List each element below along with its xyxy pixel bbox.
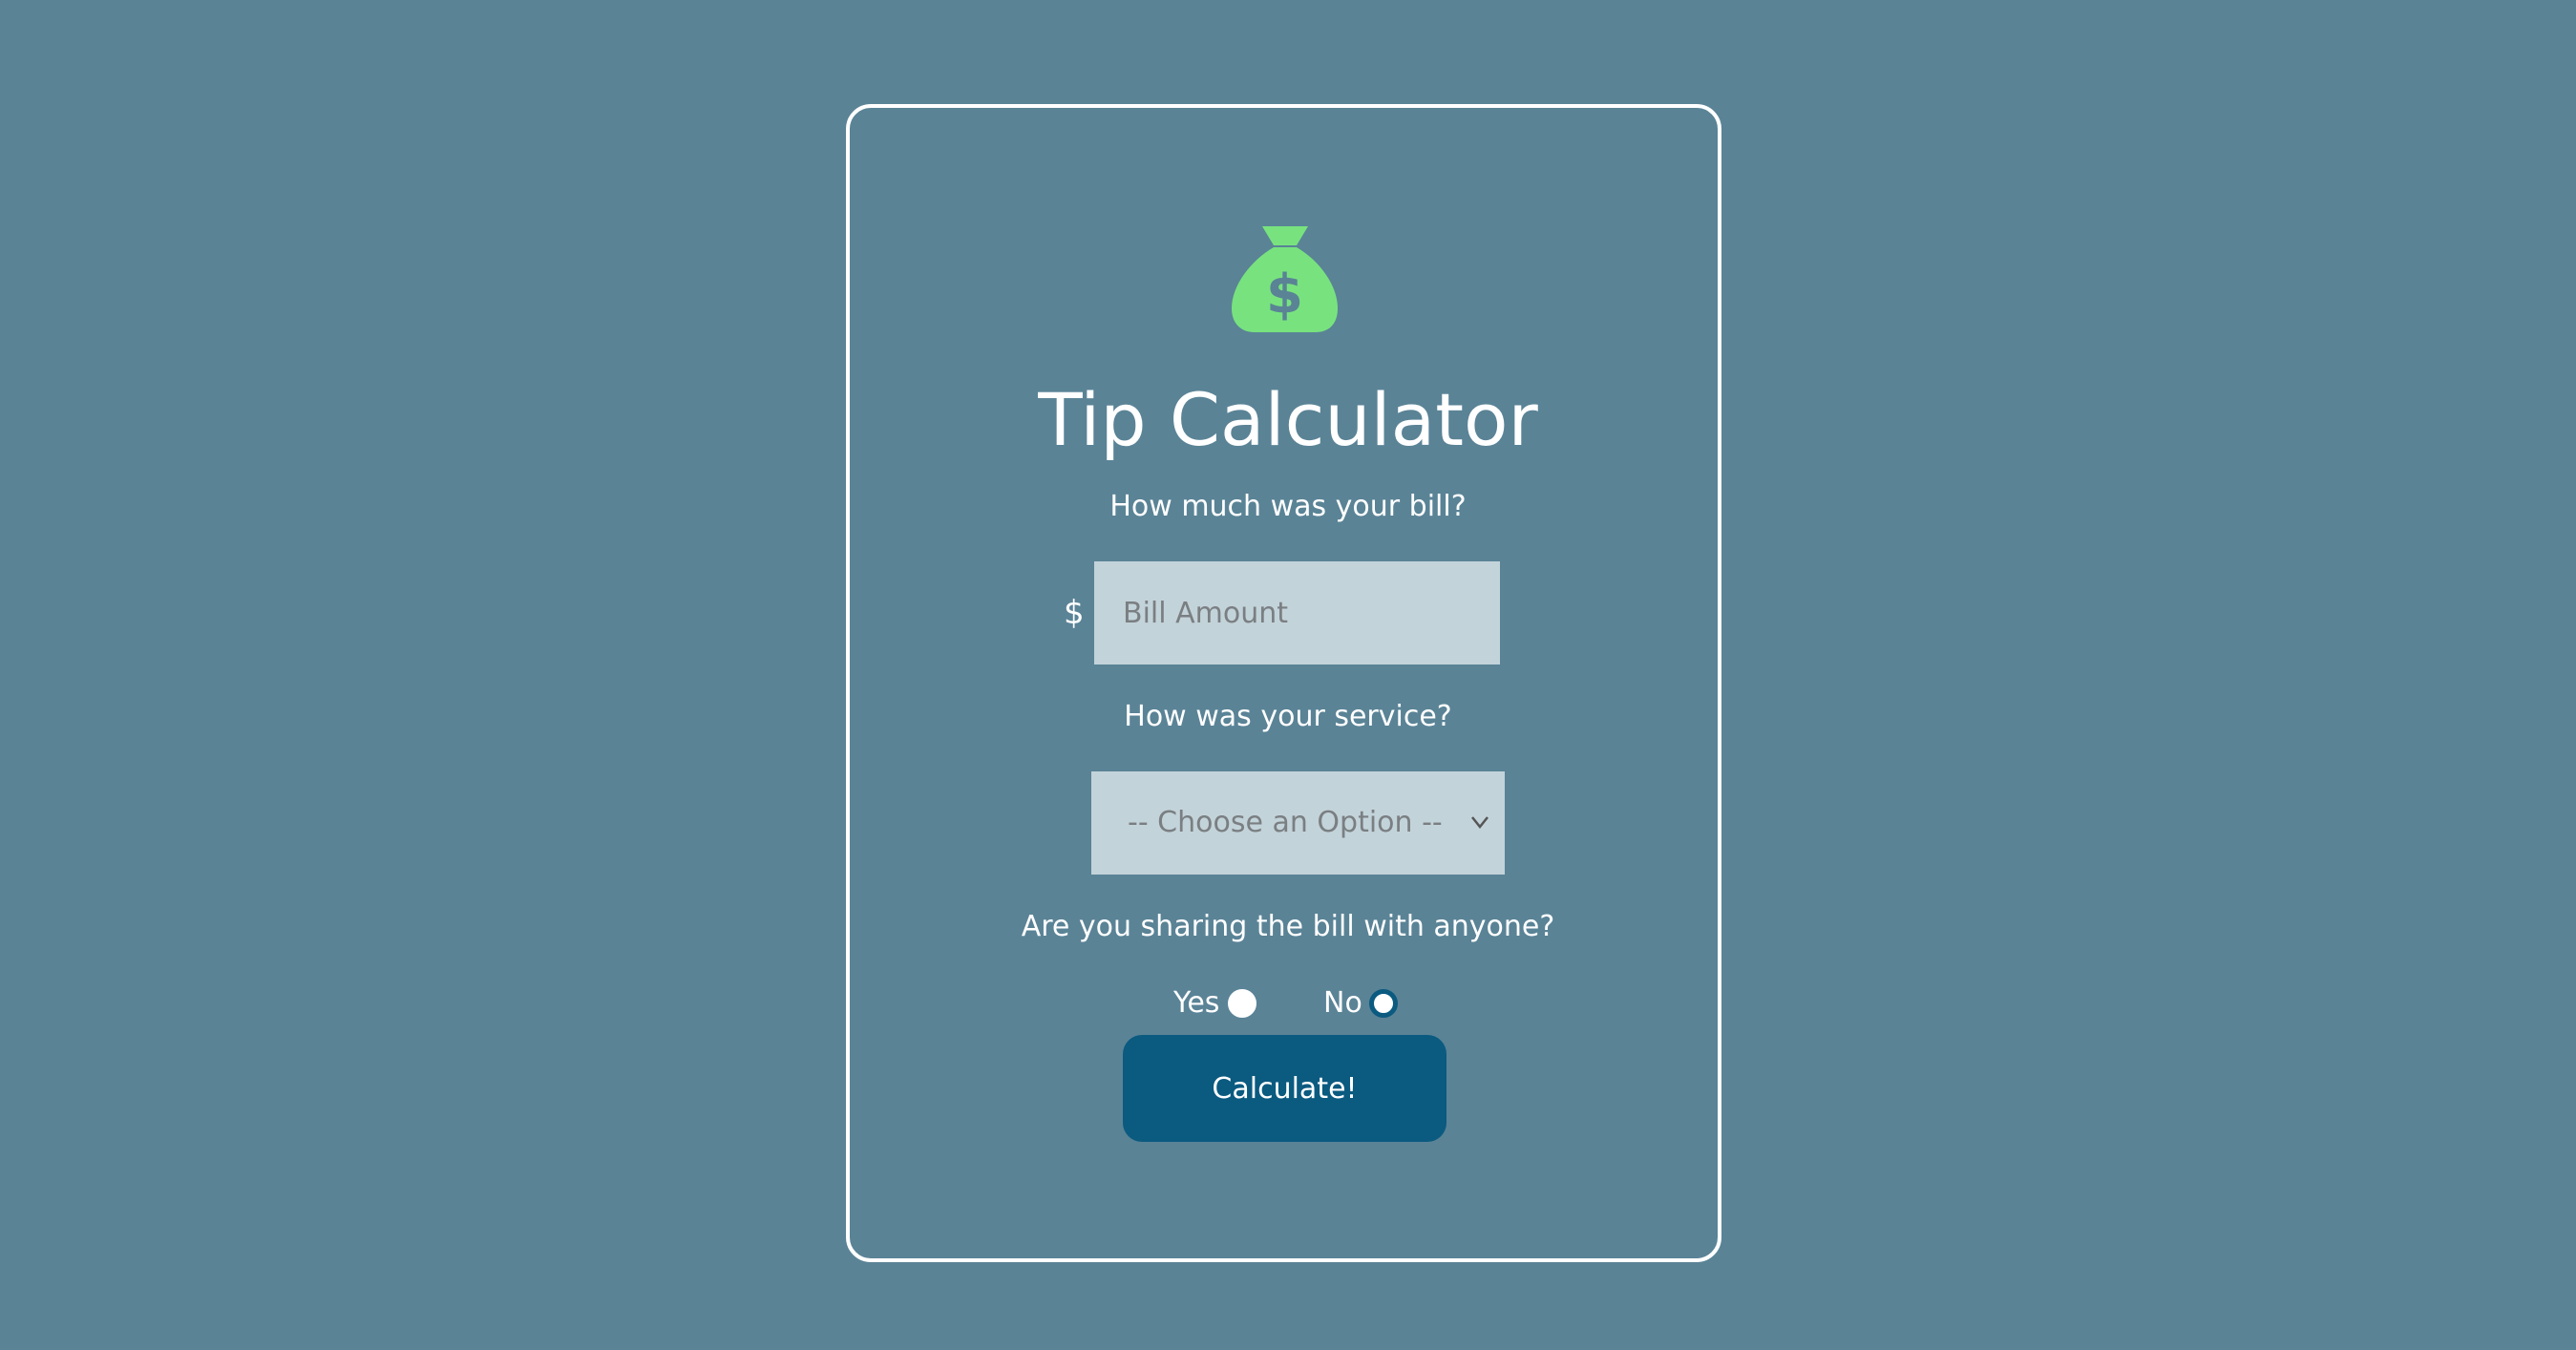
sharing-yes-radio[interactable] xyxy=(1228,989,1256,1018)
sharing-question-label: Are you sharing the bill with anyone? xyxy=(1021,910,1555,943)
sharing-no-radio[interactable] xyxy=(1369,989,1398,1018)
sharing-yes-label: Yes xyxy=(1173,986,1220,1020)
service-select[interactable]: -- Choose an Option -- xyxy=(1091,771,1505,875)
svg-text:$: $ xyxy=(1266,264,1303,326)
sharing-no-label: No xyxy=(1323,986,1362,1020)
service-question-label: How was your service? xyxy=(1124,700,1452,733)
bill-amount-input[interactable] xyxy=(1094,561,1500,664)
bill-question-label: How much was your bill? xyxy=(1109,490,1467,523)
money-bag-icon: $ xyxy=(1232,226,1338,332)
service-select-value: -- Choose an Option -- xyxy=(1128,806,1443,839)
calculate-button[interactable]: Calculate! xyxy=(1123,1035,1446,1142)
chevron-down-icon xyxy=(1471,816,1489,830)
currency-symbol: $ xyxy=(1064,594,1085,632)
page-title: Tip Calculator xyxy=(1038,377,1538,462)
